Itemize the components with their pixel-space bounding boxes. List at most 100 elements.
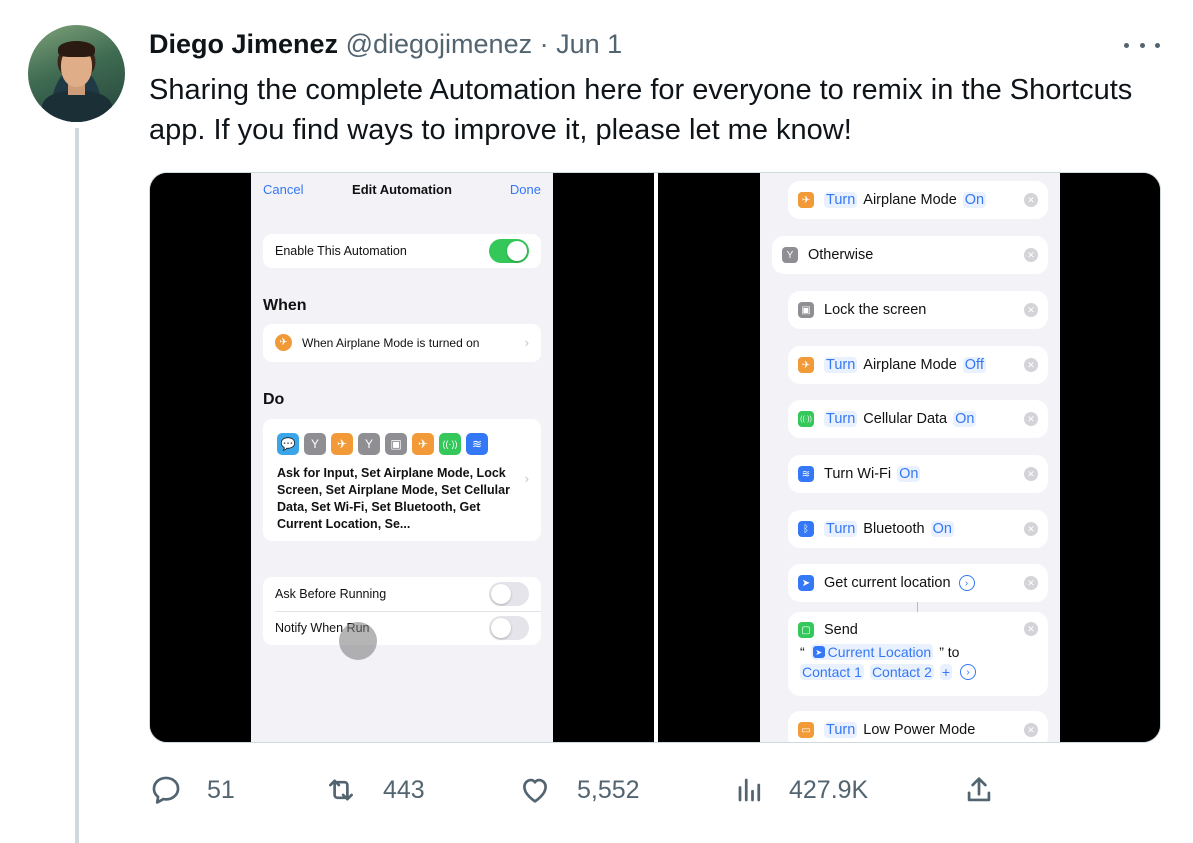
media-image-right[interactable]: ✈ Turn Airplane Mode On ✕ Y Otherwise ✕ … — [658, 173, 1160, 742]
chevron-circle-icon: › — [960, 664, 977, 680]
action-label: Otherwise — [808, 247, 874, 263]
branch-icon: Y — [304, 433, 326, 455]
turn-token: Turn — [824, 411, 858, 427]
contact-1-token: Contact 1 — [800, 664, 864, 680]
enable-automation-row: Enable This Automation — [263, 234, 541, 268]
do-icons: 💬 Y ✈ Y ▣ ✈ ((·)) ≋ — [277, 433, 488, 455]
chevron-right-icon: › — [524, 335, 529, 350]
turn-token: Turn — [824, 357, 858, 373]
retweet-icon — [329, 779, 353, 801]
action-airplane-on: ✈ Turn Airplane Mode On ✕ — [788, 181, 1048, 219]
chevron-circle-icon: › — [958, 575, 975, 591]
when-row-label: When Airplane Mode is turned on — [302, 336, 480, 350]
turn-token: Turn — [824, 722, 858, 738]
branch-icon: Y — [782, 247, 798, 263]
media-image-left[interactable]: Edit Automation Cancel Done Enable This … — [150, 173, 654, 742]
location-icon: ➤ — [798, 575, 814, 591]
chevron-right-icon: › — [524, 471, 529, 486]
more-options-icon[interactable] — [1124, 30, 1160, 60]
action-low-power: ▭ Turn Low Power Mode ✕ — [788, 711, 1048, 742]
do-card: 💬 Y ✈ Y ▣ ✈ ((·)) ≋ Ask for Input, Set A… — [263, 419, 541, 541]
remove-icon: ✕ — [1024, 358, 1038, 372]
airplane-icon: ✈ — [798, 192, 814, 208]
airplane-icon: ✈ — [798, 357, 814, 373]
action-lock-screen: ▣ Lock the screen ✕ — [788, 291, 1048, 329]
tweet-date[interactable]: Jun 1 — [556, 29, 622, 59]
remove-icon: ✕ — [1024, 522, 1038, 536]
current-location-token: ➤ Current Location — [810, 644, 934, 660]
analytics-icon — [738, 778, 761, 802]
retweet-count: 443 — [383, 775, 425, 804]
wifi-icon: ≋ — [466, 433, 488, 455]
tweet-media[interactable]: Edit Automation Cancel Done Enable This … — [149, 172, 1161, 743]
value-token: On — [930, 521, 954, 537]
speech-bubble-icon: 💬 — [277, 433, 299, 455]
send-label: Send — [824, 622, 858, 638]
action-label: Get current location — [824, 575, 951, 591]
value-token: Off — [962, 357, 986, 373]
reply-icon — [152, 776, 180, 804]
views-button[interactable]: 427.9K — [735, 770, 868, 810]
separator — [275, 611, 541, 612]
wifi-icon: ≋ — [798, 466, 814, 482]
current-location-label: Current Location — [827, 644, 932, 660]
action-bluetooth: ᛒ Turn Bluetooth On ✕ — [788, 510, 1048, 548]
do-header: Do — [263, 391, 285, 408]
author-handle[interactable]: @diegojimenez — [346, 29, 533, 59]
plus-token: + — [939, 664, 953, 680]
battery-icon: ▭ — [798, 722, 814, 738]
quote-to: ” to — [939, 644, 960, 660]
avatar-hair — [58, 41, 95, 57]
share-icon — [967, 777, 991, 802]
turn-token: Turn — [824, 192, 858, 208]
remove-icon: ✕ — [1024, 723, 1038, 737]
action-label: Airplane Mode — [863, 192, 957, 208]
action-label: Low Power Mode — [863, 722, 976, 738]
share-button[interactable] — [961, 770, 997, 810]
remove-icon: ✕ — [1024, 467, 1038, 481]
turn-token: Turn — [824, 521, 858, 537]
action-wifi: ≋ Turn Wi-Fi On ✕ — [788, 455, 1048, 493]
lock-icon: ▣ — [798, 302, 814, 318]
cancel-button: Cancel — [263, 182, 304, 197]
ask-before-running-label: Ask Before Running — [275, 587, 387, 601]
when-row: ✈ When Airplane Mode is turned on › — [263, 324, 541, 362]
like-button[interactable]: 5,552 — [517, 770, 640, 810]
thread-line — [75, 128, 79, 843]
remove-icon: ✕ — [1024, 576, 1038, 590]
author-name[interactable]: Diego Jimenez — [149, 29, 338, 59]
remove-icon: ✕ — [1024, 193, 1038, 207]
action-airplane-off: ✈ Turn Airplane Mode Off ✕ — [788, 346, 1048, 384]
action-otherwise: Y Otherwise ✕ — [772, 236, 1048, 274]
lock-icon: ▣ — [385, 433, 407, 455]
action-get-location: ➤ Get current location › ✕ — [788, 564, 1048, 602]
tweet-text: Sharing the complete Automation here for… — [149, 74, 1133, 146]
remove-icon: ✕ — [1024, 303, 1038, 317]
like-count: 5,552 — [577, 775, 640, 804]
remove-icon: ✕ — [1024, 412, 1038, 426]
value-token: On — [962, 192, 987, 208]
retweet-button[interactable]: 443 — [323, 770, 425, 810]
tweet-header: Diego Jimenez @diegojimenez · Jun 1 — [149, 27, 622, 61]
reply-button[interactable]: 51 — [149, 770, 235, 810]
avatar-shirt — [42, 91, 112, 122]
notify-when-run-toggle — [489, 616, 529, 640]
nav-bar: Edit Automation Cancel Done — [251, 173, 553, 207]
remove-icon: ✕ — [1024, 622, 1038, 636]
avatar[interactable] — [28, 25, 125, 122]
tweet-actions: 51 443 5,552 427.9K — [149, 770, 1161, 810]
enable-automation-label: Enable This Automation — [275, 244, 407, 258]
action-label: Airplane Mode — [863, 357, 957, 373]
do-summary: Ask for Input, Set Airplane Mode, Lock S… — [277, 466, 510, 531]
value-token: On — [897, 466, 921, 482]
action-send: ▢ Send “ ➤ Current Location ” to Contact… — [788, 612, 1048, 696]
options-card: Ask Before Running Notify When Run — [263, 577, 541, 645]
bluetooth-icon: ᛒ — [798, 521, 814, 537]
contact-2-token: Contact 2 — [869, 664, 934, 680]
action-cellular: ((·)) Turn Cellular Data On ✕ — [788, 400, 1048, 438]
reply-count: 51 — [207, 775, 235, 804]
header-separator: · — [539, 29, 549, 59]
enable-automation-toggle — [489, 239, 529, 263]
airplane-icon: ✈ — [412, 433, 434, 455]
action-label: Turn Wi-Fi — [824, 466, 892, 482]
